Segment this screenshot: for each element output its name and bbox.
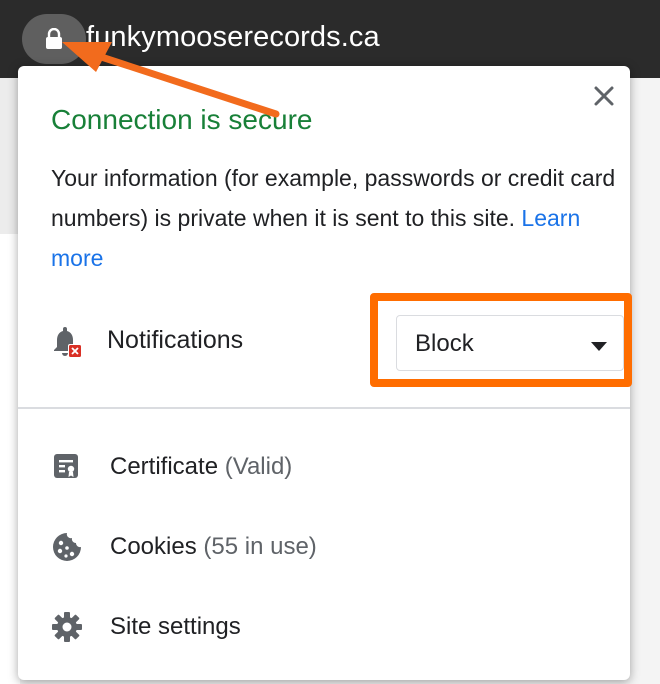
notifications-blocked-icon bbox=[52, 327, 82, 364]
close-button[interactable] bbox=[590, 82, 618, 110]
page-background-right bbox=[630, 78, 660, 684]
site-info-popup: Connection is secure Your information (f… bbox=[18, 66, 632, 680]
certificate-label: Certificate bbox=[110, 453, 219, 480]
cookie-icon bbox=[51, 531, 83, 568]
notifications-label: Notifications bbox=[107, 326, 244, 354]
cookies-label: Cookies bbox=[110, 533, 197, 560]
certificate-item[interactable]: Certificate (Valid) bbox=[18, 432, 630, 502]
close-icon bbox=[590, 86, 618, 114]
gear-icon bbox=[51, 611, 83, 648]
certificate-icon bbox=[51, 451, 81, 486]
site-info-button[interactable] bbox=[22, 14, 86, 64]
site-settings-item[interactable]: Site settings bbox=[18, 592, 630, 662]
connection-status-title: Connection is secure bbox=[51, 104, 313, 135]
connection-description: Your information (for example, passwords… bbox=[51, 158, 631, 278]
page-background bbox=[0, 78, 20, 684]
certificate-status: (Valid) bbox=[224, 453, 293, 480]
cookies-status: (55 in use) bbox=[203, 533, 317, 560]
divider bbox=[18, 407, 630, 409]
site-settings-label: Site settings bbox=[110, 613, 241, 640]
chevron-down-icon bbox=[591, 338, 607, 356]
notifications-row: Notifications Block bbox=[18, 291, 632, 391]
cookies-item[interactable]: Cookies (55 in use) bbox=[18, 512, 630, 582]
notifications-permission-select[interactable]: Block bbox=[396, 315, 624, 371]
url-text[interactable]: funkymooserecords.ca bbox=[86, 21, 380, 54]
select-value: Block bbox=[415, 330, 474, 357]
